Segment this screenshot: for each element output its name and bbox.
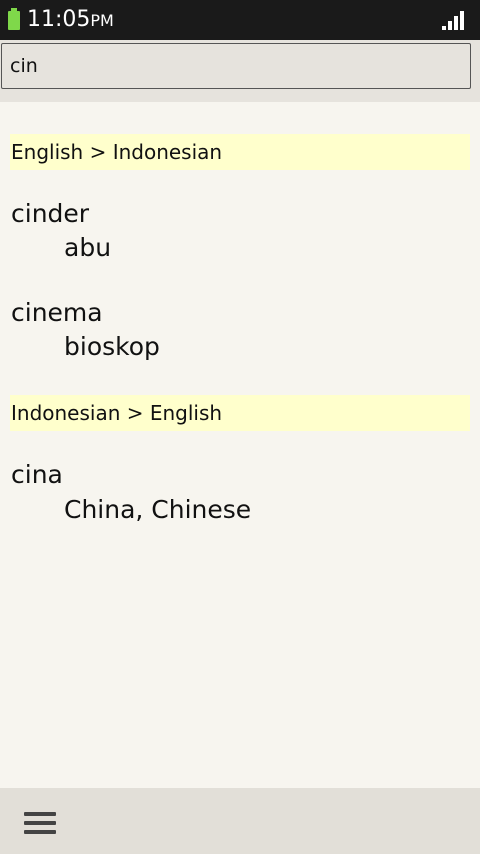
entry-word[interactable]: cinema: [11, 298, 103, 328]
signal-strength-icon: [442, 10, 466, 30]
hamburger-menu-icon[interactable]: [14, 802, 66, 842]
search-input[interactable]: [1, 43, 471, 89]
entry-translation[interactable]: bioskop: [64, 332, 160, 362]
bottom-bar: [0, 788, 480, 854]
clock-time: 11:05: [27, 7, 91, 32]
section-header-indonesian-english: Indonesian > English: [10, 395, 470, 431]
section-header-english-indonesian: English > Indonesian: [10, 134, 470, 170]
entry-translation[interactable]: China, Chinese: [64, 495, 251, 525]
status-bar: 11:05PM: [0, 0, 480, 40]
entry-translation[interactable]: abu: [64, 233, 111, 263]
entry-word[interactable]: cinder: [11, 199, 89, 229]
status-clock: 11:05PM: [27, 6, 114, 35]
entry-word[interactable]: cina: [11, 460, 63, 490]
battery-icon: [8, 8, 20, 30]
clock-ampm: PM: [90, 11, 114, 30]
search-area: [0, 40, 480, 102]
